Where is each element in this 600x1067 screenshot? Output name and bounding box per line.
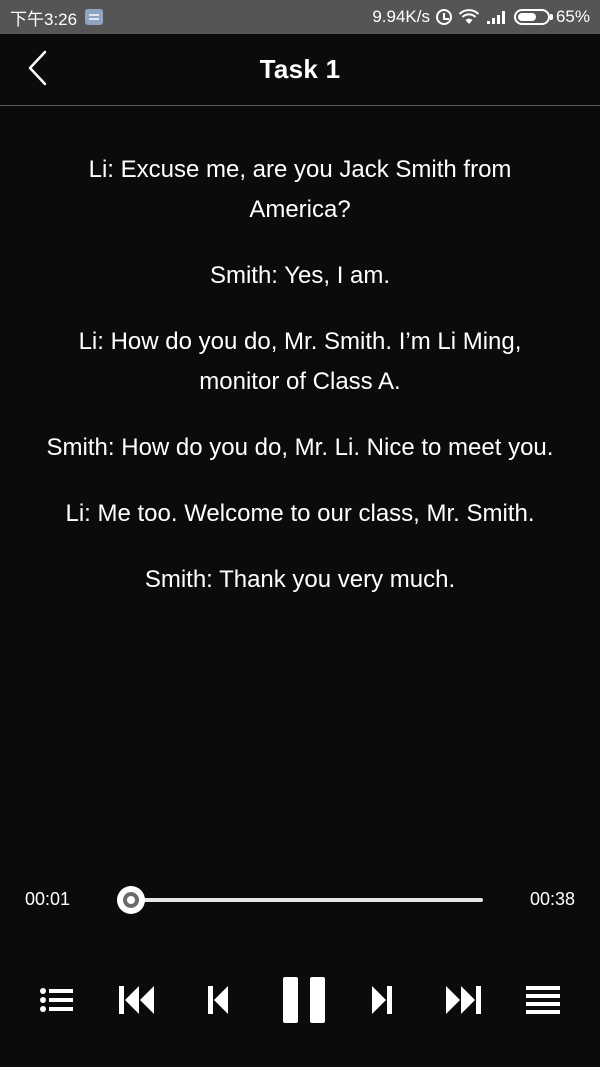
notification-icon [85,9,104,25]
status-bar: 下午3:26 9.94K/s 65% [0,0,600,34]
pause-button[interactable] [278,970,330,1030]
header: Task 1 [0,34,600,106]
fast-forward-button[interactable] [441,970,485,1030]
battery-icon [513,9,553,25]
transcript-line: Li: Me too. Welcome to our class, Mr. Sm… [65,500,535,527]
progress-track[interactable] [131,898,483,902]
transcript: Li: Excuse me, are you Jack Smith from A… [40,150,560,626]
previous-icon [206,985,230,1015]
list-button[interactable] [522,970,564,1030]
next-icon [370,985,394,1015]
rewind-button[interactable] [115,970,159,1030]
player-controls [0,970,600,1030]
battery-percent: 65% [555,7,590,26]
transcript-line: Li: How do you do, Mr. Smith. I’m Li Min… [78,328,522,395]
total-time: 00:38 [529,889,575,909]
progress-thumb[interactable] [117,886,145,914]
progress-row: 00:01 00:38 [0,880,600,920]
transcript-line: Smith: Thank you very much. [144,566,456,593]
status-time: 下午3:26 [10,9,78,29]
pause-icon [281,976,327,1024]
status-left: 下午3:26 [10,5,104,30]
back-button[interactable] [18,48,58,92]
transcript-line: Li: Excuse me, are you Jack Smith from A… [88,156,512,223]
page-title: Task 1 [259,54,341,84]
wifi-icon [458,9,480,25]
battery-fill [517,13,537,21]
next-button[interactable] [364,970,400,1030]
alarm-icon [435,9,452,25]
transcript-line: Smith: Yes, I am. [209,262,391,289]
previous-button[interactable] [200,970,236,1030]
playlist-icon [39,986,75,1014]
chevron-left-icon [27,50,49,91]
playlist-button[interactable] [36,970,78,1030]
fast-forward-icon [444,985,482,1015]
current-time: 00:01 [25,889,71,909]
list-icon [525,985,561,1015]
network-speed: 9.94K/s [372,7,430,26]
rewind-icon [118,985,156,1015]
transcript-line: Smith: How do you do, Mr. Li. Nice to me… [46,434,554,461]
status-right: 9.94K/s 65% [372,7,590,27]
signal-icon [486,9,508,25]
